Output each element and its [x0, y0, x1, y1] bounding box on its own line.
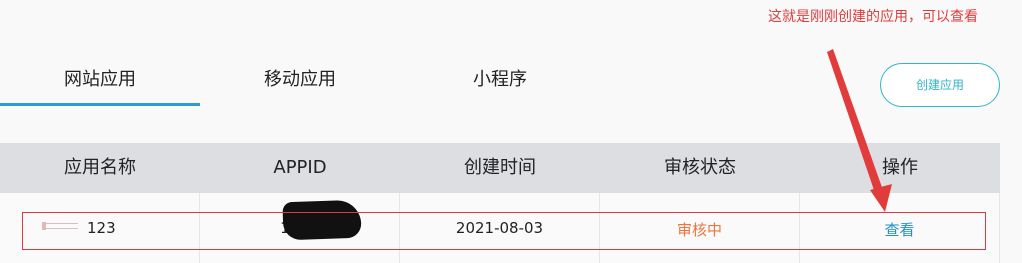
annotation-arrow-icon	[827, 49, 892, 212]
